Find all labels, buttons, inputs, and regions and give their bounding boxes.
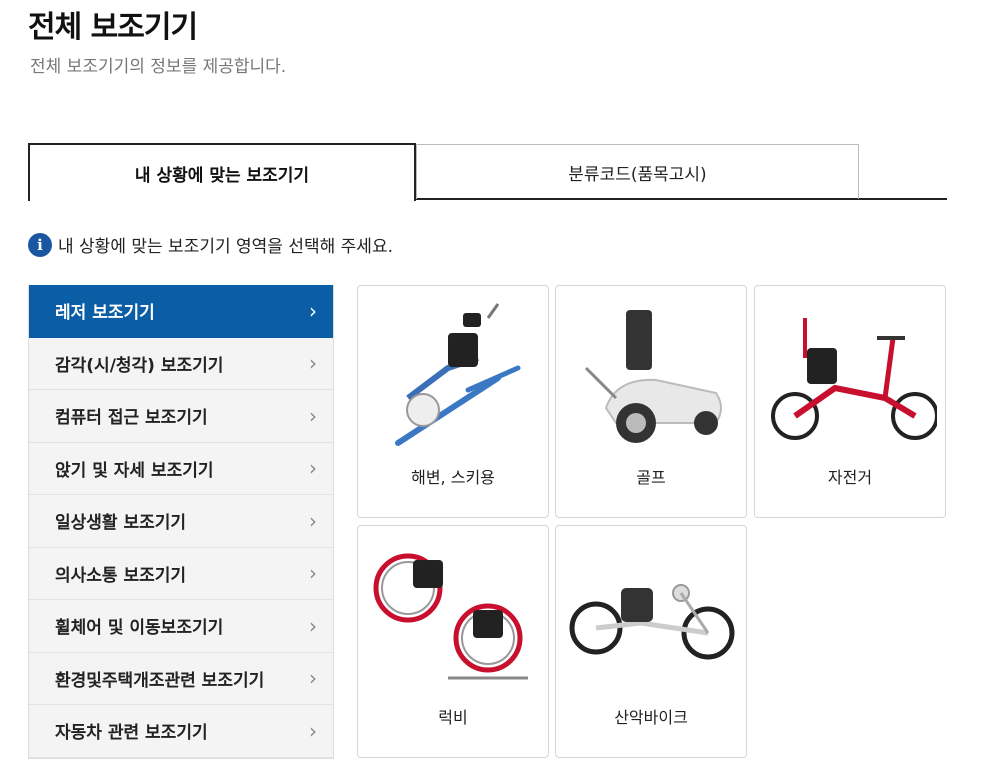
chevron-right-icon: › bbox=[309, 718, 317, 743]
golf-chair-image bbox=[584, 310, 722, 443]
sidebar-item-label: 레저 보조기기 bbox=[55, 303, 155, 324]
card-label: 해변, 스키용 bbox=[411, 468, 495, 487]
product-card-golf[interactable]: 골프 bbox=[555, 285, 747, 518]
beach-ski-chair-image bbox=[395, 303, 521, 446]
tab-my-situation[interactable]: 내 상황에 맞는 보조기기 bbox=[28, 143, 416, 201]
sidebar-item-label: 감각(시/청각) 보조기기 bbox=[55, 355, 224, 376]
tab-classification-code[interactable]: 분류코드(품목고시) bbox=[416, 144, 859, 199]
chevron-right-icon: › bbox=[309, 508, 317, 533]
sidebar-item-label: 휠체어 및 이동보조기기 bbox=[55, 618, 224, 639]
product-card-bicycle[interactable]: 자전거 bbox=[754, 285, 946, 518]
product-card-rugby[interactable]: 럭비 bbox=[357, 525, 549, 758]
card-label: 골프 bbox=[636, 468, 666, 487]
sidebar-item-label: 환경및주택개조관련 보조기기 bbox=[55, 670, 265, 691]
product-card-mountain-bike[interactable]: 산악바이크 bbox=[555, 525, 747, 758]
chevron-right-icon: › bbox=[309, 351, 317, 376]
sidebar-item-label: 자동차 관련 보조기기 bbox=[55, 723, 208, 744]
sidebar-item-label: 컴퓨터 접근 보조기기 bbox=[55, 408, 208, 429]
card-label: 산악바이크 bbox=[614, 708, 688, 727]
sidebar-item-label: 일상생활 보조기기 bbox=[55, 513, 187, 534]
handbike-image bbox=[569, 584, 735, 660]
tricycle-image bbox=[771, 318, 937, 440]
card-label: 자전거 bbox=[827, 468, 873, 487]
chevron-right-icon: › bbox=[309, 613, 317, 638]
category-sidebar: 레저 보조기기 › 감각(시/청각) 보조기기 › 컴퓨터 접근 보조기기 › … bbox=[28, 285, 334, 759]
info-icon: i bbox=[28, 232, 52, 257]
chevron-right-icon: › bbox=[309, 561, 317, 586]
sidebar-item-home-modification[interactable]: 환경및주택개조관련 보조기기 › bbox=[29, 652, 333, 705]
page-subtitle: 전체 보조기기의 정보를 제공합니다. bbox=[30, 57, 287, 77]
tab-bar: 내 상황에 맞는 보조기기 분류코드(품목고시) bbox=[28, 143, 947, 201]
notice-text: 내 상황에 맞는 보조기기 영역을 선택해 주세요. bbox=[58, 237, 393, 257]
sidebar-item-wheelchair[interactable]: 휠체어 및 이동보조기기 › bbox=[29, 600, 333, 653]
sidebar-item-computer-access[interactable]: 컴퓨터 접근 보조기기 › bbox=[29, 390, 333, 443]
rugby-wheelchair-image bbox=[373, 553, 528, 680]
card-label: 럭비 bbox=[438, 708, 468, 727]
chevron-right-icon: › bbox=[309, 403, 317, 428]
notice: i 내 상황에 맞는 보조기기 영역을 선택해 주세요. bbox=[28, 232, 393, 257]
sidebar-item-label: 의사소통 보조기기 bbox=[55, 565, 187, 586]
sidebar-item-daily-living[interactable]: 일상생활 보조기기 › bbox=[29, 495, 333, 548]
sidebar-item-communication[interactable]: 의사소통 보조기기 › bbox=[29, 547, 333, 600]
page-title: 전체 보조기기 bbox=[28, 10, 198, 45]
sidebar-item-sensory[interactable]: 감각(시/청각) 보조기기 › bbox=[29, 337, 333, 390]
product-card-beach-ski[interactable]: 해변, 스키용 bbox=[357, 285, 549, 518]
chevron-right-icon: › bbox=[309, 666, 317, 691]
sidebar-item-vehicle[interactable]: 자동차 관련 보조기기 › bbox=[29, 705, 333, 758]
chevron-right-icon: › bbox=[309, 456, 317, 481]
sidebar-item-label: 앉기 및 자세 보조기기 bbox=[55, 460, 214, 481]
sidebar-item-seating[interactable]: 앉기 및 자세 보조기기 › bbox=[29, 442, 333, 495]
sidebar-item-leisure[interactable]: 레저 보조기기 › bbox=[29, 285, 333, 338]
chevron-right-icon: › bbox=[309, 298, 317, 323]
